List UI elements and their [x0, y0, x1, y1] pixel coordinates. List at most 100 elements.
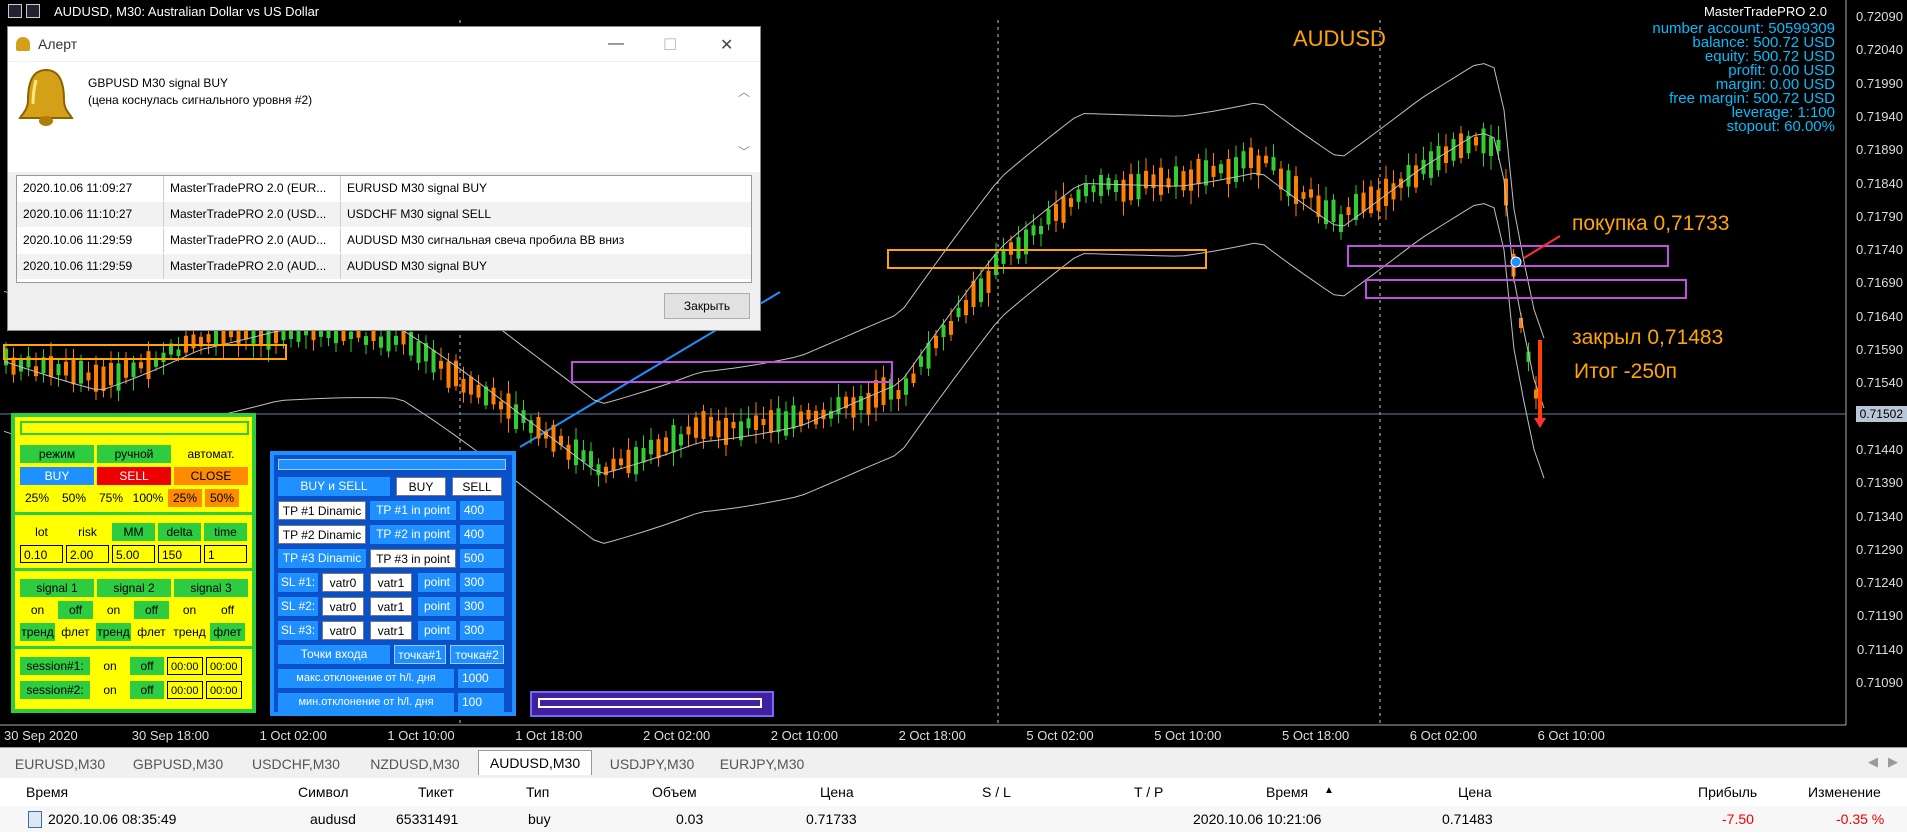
pct-25-button[interactable]: 25% [20, 489, 54, 507]
session-1-off[interactable]: off [130, 657, 164, 675]
signal-1-off[interactable]: off [58, 601, 93, 619]
sl1-vatr1-button[interactable]: vatr1 [370, 573, 412, 592]
buy-and-sell-button[interactable]: BUY и SELL [278, 477, 390, 496]
minimize-icon[interactable]: — [608, 35, 624, 53]
col-change[interactable]: Изменение [1808, 778, 1881, 807]
sl2-vatr0-button[interactable]: vatr0 [322, 597, 364, 616]
log-row[interactable]: 2020.10.06 11:09:27 MasterTradePRO 2.0 (… [17, 176, 751, 202]
signal-2-flat[interactable]: флет [134, 623, 169, 641]
tab-gbpusd[interactable]: GBPUSD,M30 [122, 752, 234, 776]
tp3-dynamic-button[interactable]: TP #3 Dinamic [278, 549, 366, 568]
tp2-dynamic-button[interactable]: TP #2 Dinamic [278, 525, 366, 544]
close-trade-button[interactable]: CLOSE [174, 467, 248, 485]
session-2-off[interactable]: off [130, 681, 164, 699]
signal-3-button[interactable]: signal 3 [174, 579, 248, 597]
signal-3-on[interactable]: on [172, 601, 207, 619]
col-tp[interactable]: T / P [1134, 778, 1164, 807]
sl2-value-input[interactable]: 300 [460, 597, 504, 616]
buy-button[interactable]: BUY [20, 467, 94, 485]
table-row[interactable] [0, 806, 1907, 832]
sell-only-button[interactable]: SELL [452, 477, 502, 496]
sl2-vatr1-button[interactable]: vatr1 [370, 597, 412, 616]
col-profit[interactable]: Прибыль [1698, 778, 1758, 807]
time-input[interactable]: 1 [204, 545, 247, 563]
tp3-point-button[interactable]: TP #3 in point [370, 549, 456, 568]
sl3-value-input[interactable]: 300 [460, 621, 504, 640]
sl3-vatr1-button[interactable]: vatr1 [370, 621, 412, 640]
col-close-time[interactable]: Время [1266, 778, 1309, 807]
tp2-value-input[interactable]: 400 [460, 525, 504, 544]
log-row[interactable]: 2020.10.06 11:10:27 MasterTradePRO 2.0 (… [17, 202, 751, 228]
signal-1-trend[interactable]: тренд [20, 623, 55, 641]
alert-close-button[interactable]: Закрыть [664, 293, 750, 319]
tp1-value-input[interactable]: 400 [460, 501, 504, 520]
col-open-time[interactable]: Время [26, 778, 69, 807]
close-pct-25-button[interactable]: 25% [168, 489, 202, 507]
lot-input[interactable]: 0.10 [20, 545, 63, 563]
risk-input[interactable]: 2.00 [66, 545, 109, 563]
alert-log-list[interactable]: 2020.10.06 11:09:27 MasterTradePRO 2.0 (… [16, 175, 752, 283]
close-icon[interactable]: ✕ [720, 35, 733, 55]
tab-audusd[interactable]: AUDUSD,M30 [478, 750, 592, 775]
col-symbol[interactable]: Символ [298, 778, 349, 807]
sl1-value-input[interactable]: 300 [460, 573, 504, 592]
col-ticket[interactable]: Тикет [418, 778, 454, 807]
mm-input[interactable]: 5.00 [112, 545, 155, 563]
tab-eurjpy[interactable]: EURJPY,M30 [712, 752, 812, 776]
col-price[interactable]: Цена [820, 778, 854, 807]
tab-usdchf[interactable]: USDCHF,M30 [242, 752, 350, 776]
sell-button[interactable]: SELL [97, 467, 171, 485]
sl1-point-button[interactable]: point [418, 573, 456, 592]
col-type[interactable]: Тип [526, 778, 550, 807]
pct-100-button[interactable]: 100% [131, 489, 165, 507]
max-deviation-input[interactable]: 1000 [458, 669, 504, 688]
tp3-value-input[interactable]: 500 [460, 549, 504, 568]
col-sl[interactable]: S / L [982, 778, 1011, 807]
sl3-vatr0-button[interactable]: vatr0 [322, 621, 364, 640]
min-deviation-input[interactable]: 100 [458, 693, 504, 712]
tp-panel-drag-bar[interactable] [278, 459, 506, 470]
session-2-start-input[interactable]: 00:00 [167, 681, 203, 699]
tab-usdjpy[interactable]: USDJPY,M30 [600, 752, 704, 776]
col-close-price[interactable]: Цена [1458, 778, 1492, 807]
session-1-start-input[interactable]: 00:00 [167, 657, 203, 675]
sl1-vatr0-button[interactable]: vatr0 [322, 573, 364, 592]
entry-panel-bar[interactable] [530, 691, 774, 717]
session-1-on[interactable]: on [93, 657, 127, 675]
tab-eurusd[interactable]: EURUSD,M30 [8, 752, 112, 776]
signal-3-trend[interactable]: тренд [172, 623, 207, 641]
mm-button[interactable]: MM [112, 523, 155, 541]
signal-3-flat[interactable]: флет [210, 623, 245, 641]
log-row[interactable]: 2020.10.06 11:29:59 MasterTradePRO 2.0 (… [17, 228, 751, 254]
tp1-point-button[interactable]: TP #1 in point [370, 501, 456, 520]
entry-point-1-button[interactable]: точка#1 [394, 645, 446, 664]
delta-input[interactable]: 150 [158, 545, 201, 563]
signal-1-button[interactable]: signal 1 [20, 579, 94, 597]
sl3-point-button[interactable]: point [418, 621, 456, 640]
close-pct-50-button[interactable]: 50% [205, 489, 239, 507]
panel-drag-bar[interactable] [20, 421, 249, 435]
scroll-down-icon[interactable]: ﹀ [738, 143, 750, 160]
scroll-up-icon[interactable]: ︿ [738, 83, 750, 100]
buy-only-button[interactable]: BUY [396, 477, 446, 496]
signal-2-trend[interactable]: тренд [96, 623, 131, 641]
signal-1-on[interactable]: on [20, 601, 55, 619]
pct-75-button[interactable]: 75% [94, 489, 128, 507]
tab-nzdusd[interactable]: NZDUSD,M30 [360, 752, 470, 776]
signal-2-button[interactable]: signal 2 [97, 579, 171, 597]
auto-mode-button[interactable]: автомат. [174, 445, 248, 463]
tab-scroll-left-icon[interactable]: ◀ [1868, 754, 1878, 770]
session-2-end-input[interactable]: 00:00 [206, 681, 242, 699]
signal-2-on[interactable]: on [96, 601, 131, 619]
entry-point-2-button[interactable]: точка#2 [450, 645, 504, 664]
tp2-point-button[interactable]: TP #2 in point [370, 525, 456, 544]
session-2-on[interactable]: on [93, 681, 127, 699]
signal-3-off[interactable]: off [210, 601, 245, 619]
sl2-point-button[interactable]: point [418, 597, 456, 616]
log-row[interactable]: 2020.10.06 11:29:59 MasterTradePRO 2.0 (… [17, 254, 751, 280]
col-volume[interactable]: Объем [652, 778, 697, 807]
manual-mode-button[interactable]: ручной [97, 445, 171, 463]
pct-50-button[interactable]: 50% [57, 489, 91, 507]
signal-1-flat[interactable]: флет [58, 623, 93, 641]
session-1-end-input[interactable]: 00:00 [206, 657, 242, 675]
